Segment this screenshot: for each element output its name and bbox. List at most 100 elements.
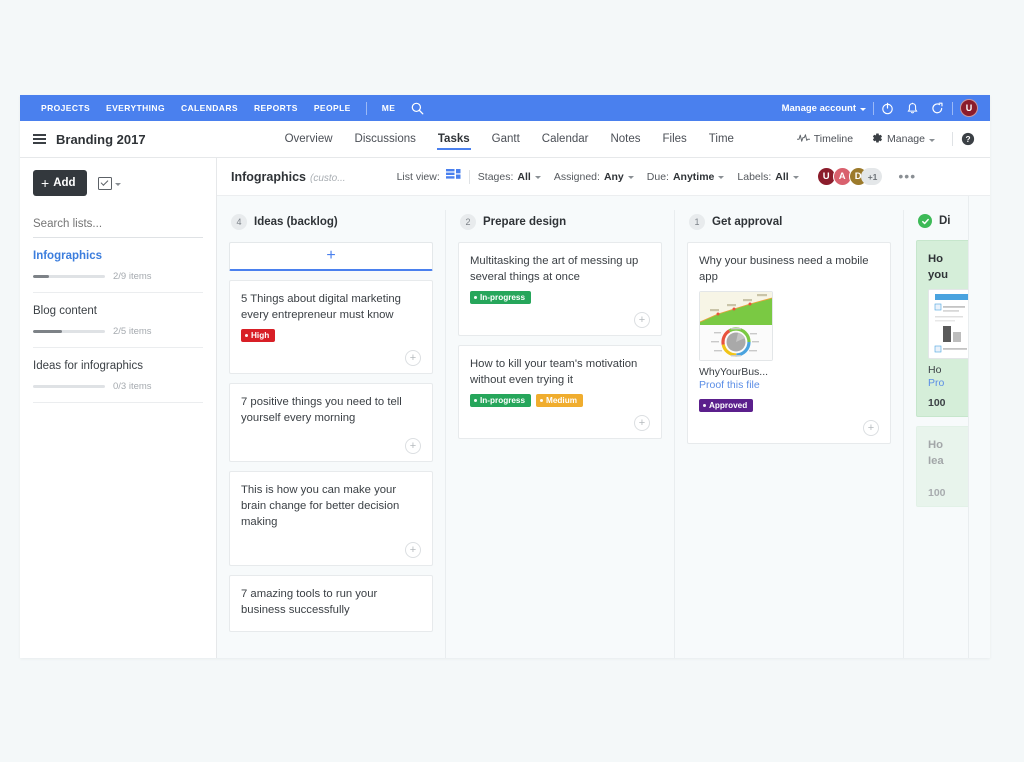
progress-fill <box>33 330 62 333</box>
column-header: 2 Prepare design <box>458 210 662 242</box>
status-badge[interactable]: In-progress <box>470 394 531 407</box>
tab-files[interactable]: Files <box>652 121 698 157</box>
chart-thumbnail[interactable] <box>699 291 773 361</box>
nav-calendars[interactable]: CALENDARS <box>173 103 246 113</box>
card-title: How to kill your team's motivation witho… <box>470 356 650 388</box>
card-tags: Approved <box>699 399 879 412</box>
nav-divider-3 <box>952 102 953 115</box>
search-icon[interactable] <box>411 102 424 115</box>
current-list-heading: Infographics (custo... <box>231 170 346 184</box>
list-count: 0/3 items <box>113 381 152 392</box>
add-button[interactable]: + Add <box>33 170 87 196</box>
card-title: This is how you can make your brain chan… <box>241 482 421 530</box>
card-footer: + <box>241 432 421 454</box>
task-card[interactable]: How to kill your team's motivation witho… <box>458 345 662 439</box>
card-add-icon[interactable]: + <box>634 312 650 328</box>
nav-people[interactable]: PEOPLE <box>306 103 359 113</box>
board-view-icon[interactable] <box>446 168 461 186</box>
progress-track <box>33 330 105 333</box>
top-nav-links: PROJECTS EVERYTHING CALENDARS REPORTS PE… <box>33 102 424 115</box>
attachment-name: WhyYourBus... <box>699 366 879 378</box>
card-add-icon[interactable]: + <box>863 420 879 436</box>
list-name: Ideas for infographics <box>33 360 203 372</box>
tab-tasks[interactable]: Tasks <box>427 121 481 157</box>
tab-calendar[interactable]: Calendar <box>531 121 600 157</box>
kanban-board[interactable]: 4 Ideas (backlog) + 5 Things about digit… <box>217 196 990 658</box>
manage-button[interactable]: Manage <box>862 132 944 147</box>
logout-icon[interactable] <box>931 102 945 115</box>
card-add-icon[interactable]: + <box>634 415 650 431</box>
task-card[interactable]: Why your business need a mobile app <box>687 242 891 444</box>
checkbox-dropdown[interactable] <box>98 177 121 190</box>
list-count: 2/5 items <box>113 326 152 337</box>
task-card[interactable]: 7 positive things you need to tell yours… <box>229 383 433 462</box>
status-badge[interactable]: In-progress <box>470 291 531 304</box>
task-card[interactable]: 5 Things about digital marketing every e… <box>229 280 433 374</box>
tab-overview[interactable]: Overview <box>274 121 344 157</box>
help-icon[interactable]: ? <box>961 132 977 146</box>
sidebar-item-infographics[interactable]: Infographics 2/9 items <box>33 238 203 293</box>
filter-value: Any <box>604 171 624 183</box>
card-add-icon[interactable]: + <box>405 542 421 558</box>
filter-label: Stages: <box>478 171 514 183</box>
check-circle-icon <box>918 214 932 228</box>
card-title: Multitasking the art of messing up sever… <box>470 253 650 285</box>
task-card[interactable]: Multitasking the art of messing up sever… <box>458 242 662 336</box>
chevron-down-icon <box>793 176 799 179</box>
task-card[interactable]: This is how you can make your brain chan… <box>229 471 433 566</box>
top-nav-icon-group <box>881 102 945 115</box>
tab-notes[interactable]: Notes <box>599 121 651 157</box>
status-badge[interactable]: High <box>241 329 275 342</box>
tab-discussions[interactable]: Discussions <box>344 121 427 157</box>
divider <box>952 132 953 146</box>
proof-file-link[interactable]: Proof this file <box>699 379 879 391</box>
column-count-badge: 1 <box>689 214 705 230</box>
sidebar-item-blog-content[interactable]: Blog content 2/5 items <box>33 293 203 348</box>
filter-value: Anytime <box>673 171 714 183</box>
nav-reports[interactable]: REPORTS <box>246 103 306 113</box>
add-card-button[interactable]: + <box>229 242 433 271</box>
card-add-icon[interactable]: + <box>405 438 421 454</box>
filter-stages[interactable]: Stages: All <box>478 171 541 183</box>
task-card[interactable]: 7 amazing tools to run your business suc… <box>229 575 433 632</box>
bell-icon[interactable] <box>906 102 919 115</box>
top-nav-right: Manage account U <box>782 99 978 117</box>
search-input[interactable] <box>33 218 203 238</box>
tab-gantt[interactable]: Gantt <box>481 121 531 157</box>
column-count-badge: 2 <box>460 214 476 230</box>
status-badge[interactable]: Approved <box>699 399 753 412</box>
manage-account-label: Manage account <box>782 103 856 114</box>
avatar[interactable]: U <box>960 99 978 117</box>
avatar-overflow[interactable]: +1 <box>861 168 883 185</box>
chevron-down-icon <box>115 183 121 186</box>
list-count: 2/9 items <box>113 271 152 282</box>
tab-time[interactable]: Time <box>698 121 745 157</box>
list-title-suffix: (custo... <box>310 173 346 184</box>
card-add-icon[interactable]: + <box>405 350 421 366</box>
filter-toolbar: Infographics (custo... List view: <box>217 158 990 196</box>
timeline-button[interactable]: Timeline <box>788 133 862 146</box>
nav-everything[interactable]: EVERYTHING <box>98 103 173 113</box>
assignee-avatars: U A D +1 <box>817 167 883 186</box>
timeline-label: Timeline <box>814 133 853 145</box>
top-navigation-bar: PROJECTS EVERYTHING CALENDARS REPORTS PE… <box>20 95 990 121</box>
manage-account-menu[interactable]: Manage account <box>782 103 866 114</box>
project-tabs: Overview Discussions Tasks Gantt Calenda… <box>274 121 745 157</box>
power-icon[interactable] <box>881 102 894 115</box>
card-footer: + <box>470 409 650 431</box>
nav-projects[interactable]: PROJECTS <box>33 103 98 113</box>
project-bar-actions: Timeline Manage ? <box>788 132 977 147</box>
card-footer: + <box>241 536 421 558</box>
more-options-icon[interactable]: ••• <box>898 172 916 180</box>
priority-badge[interactable]: Medium <box>536 394 583 407</box>
card-title: 7 positive things you need to tell yours… <box>241 394 421 426</box>
filter-assigned[interactable]: Assigned: Any <box>554 171 634 183</box>
sidebar-item-ideas-for-infographics[interactable]: Ideas for infographics 0/3 items <box>33 348 203 403</box>
filter-labels[interactable]: Labels: All <box>737 171 798 183</box>
hamburger-icon[interactable] <box>33 134 46 144</box>
list-view-control[interactable]: List view: <box>397 168 461 186</box>
nav-me[interactable]: ME <box>374 103 404 113</box>
card-title: Why your business need a mobile app <box>699 253 879 285</box>
board-area: Infographics (custo... List view: <box>217 158 990 658</box>
filter-due[interactable]: Due: Anytime <box>647 171 725 183</box>
